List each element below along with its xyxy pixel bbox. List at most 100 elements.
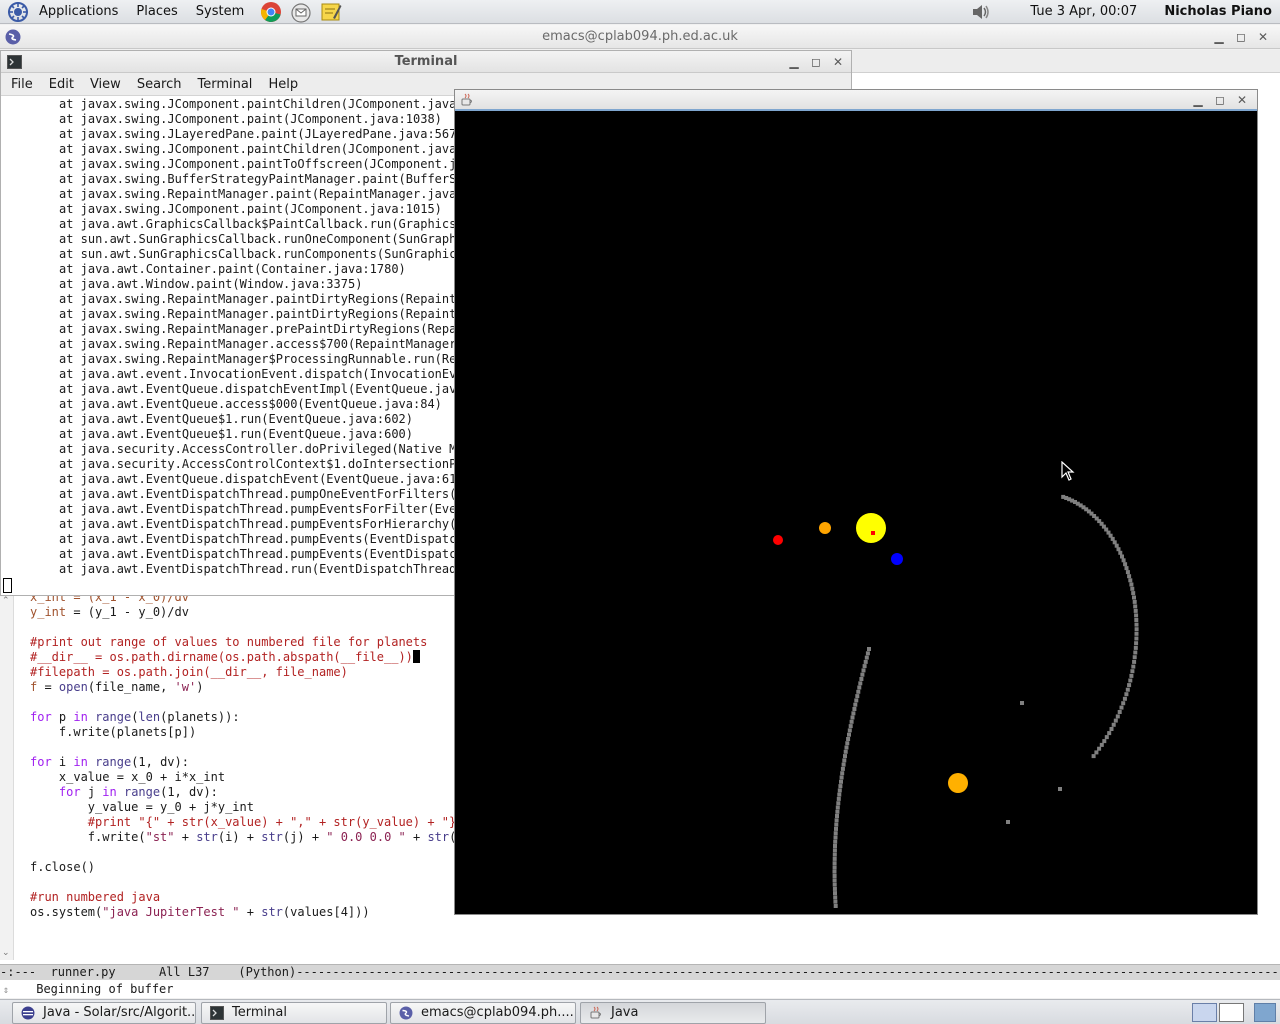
minibuffer[interactable]: ⇕ Beginning of buffer [0, 980, 1280, 998]
trail-point [832, 869, 837, 874]
trail-point [847, 728, 852, 733]
trail-point [838, 784, 843, 789]
code-token: str [427, 830, 450, 844]
code-line: for j in range(1, dv): [30, 785, 460, 800]
code-token: p [51, 710, 74, 724]
gnome-foot-icon[interactable] [6, 1, 30, 23]
menu-places[interactable]: Places [127, 0, 186, 24]
trail-point [867, 647, 871, 651]
code-token: range [95, 755, 132, 769]
code-token: for [30, 710, 52, 724]
code-token: os.system( [30, 905, 103, 919]
java-window[interactable]: ▁ ◻ ✕ [454, 89, 1258, 915]
trail-point [865, 651, 870, 656]
simulation-canvas[interactable] [455, 112, 1257, 914]
code-token: ) [196, 680, 204, 694]
maximize-icon[interactable]: ◻ [805, 55, 827, 69]
mail-stamp-icon[interactable] [289, 1, 313, 23]
notes-icon[interactable] [319, 1, 343, 23]
task-terminal[interactable]: Terminal [201, 1002, 387, 1024]
trail-point [832, 852, 837, 857]
terminal-output[interactable]: at javax.swing.JComponent.paintChildren(… [59, 97, 459, 582]
minimize-icon[interactable]: ▁ [783, 55, 805, 69]
trail-point [1134, 636, 1139, 641]
code-editor[interactable]: x_int = (x_1 - x_0)/dv y_int = (y_1 - y_0… [30, 590, 460, 930]
menu-applications[interactable]: Applications [30, 0, 127, 24]
trail-point [1125, 687, 1130, 692]
menu-search[interactable]: Search [127, 77, 188, 92]
code-token: #filepath = os.path.join(__dir__, file_n… [30, 665, 348, 679]
scroll-up-icon[interactable]: ⌃ [2, 596, 10, 606]
code-token: f.close() [30, 860, 96, 874]
trash-icon[interactable] [1254, 1003, 1276, 1022]
chrome-icon[interactable] [259, 1, 283, 23]
java-titlebar[interactable]: ▁ ◻ ✕ [455, 90, 1257, 111]
trail-point [862, 664, 867, 669]
trail-point [1058, 787, 1062, 791]
menu-system[interactable]: System [187, 0, 253, 24]
emacs-titlebar[interactable]: emacs@cplab094.ph.ed.ac.uk ▁ ◻ ✕ [0, 25, 1280, 49]
trail-point [832, 878, 837, 883]
trail-point [852, 707, 857, 711]
trail-point [850, 715, 855, 720]
terminal-line: at javax.swing.JComponent.paint(JCompone… [59, 202, 442, 216]
close-icon[interactable]: ✕ [1231, 93, 1253, 107]
maximize-icon[interactable]: ◻ [1209, 93, 1231, 107]
menu-terminal[interactable]: Terminal [187, 77, 258, 92]
trail-point [1111, 722, 1116, 727]
workspace-2[interactable] [1219, 1003, 1244, 1022]
trail-point [836, 796, 841, 801]
code-token: 'w' [174, 680, 197, 694]
workspace-1[interactable] [1192, 1003, 1217, 1022]
trail-point [863, 659, 868, 664]
terminal-line: at javax.swing.JComponent.paintToOffscre… [59, 157, 459, 171]
trail-point [1121, 701, 1126, 706]
terminal-titlebar[interactable]: Terminal ▁ ◻ ✕ [1, 51, 851, 73]
terminal-line: at javax.swing.RepaintManager$Processing… [59, 352, 459, 366]
minimize-icon[interactable]: ▁ [1187, 93, 1209, 107]
code-token: = (y_1 - y_0)/dv [66, 605, 189, 619]
scroll-icon: ⇕ [3, 985, 10, 996]
menu-help[interactable]: Help [258, 77, 304, 92]
trail-point [1120, 554, 1124, 559]
user-name[interactable]: Nicholas Piano [1155, 0, 1280, 24]
task-java[interactable]: Java [580, 1002, 766, 1024]
scroll-down-icon[interactable]: ⌄ [2, 948, 10, 958]
trail-point [833, 831, 838, 836]
trail-point [858, 681, 863, 686]
trail-point [842, 758, 847, 763]
volume-icon[interactable] [969, 1, 993, 23]
trail-point [1131, 591, 1136, 596]
trail-point [1115, 714, 1120, 719]
maximize-icon[interactable]: ◻ [1230, 30, 1252, 44]
code-token: len [138, 710, 161, 724]
menu-file[interactable]: File [1, 77, 39, 92]
code-token: + [239, 905, 262, 919]
menu-edit[interactable]: Edit [39, 77, 80, 92]
minimize-icon[interactable]: ▁ [1208, 30, 1230, 44]
trail-point [843, 749, 848, 754]
trail-point [1132, 655, 1137, 660]
trail-point [1134, 622, 1139, 627]
code-token: (planets)): [160, 710, 240, 724]
close-icon[interactable]: ✕ [827, 55, 849, 69]
trail-point [1132, 595, 1136, 600]
sun-marker [871, 531, 875, 535]
trail-point [834, 822, 839, 827]
trail-point [832, 856, 837, 861]
terminal-line: at java.awt.EventDispatchThread.pumpEven… [59, 502, 459, 516]
code-token: f.write( [30, 830, 146, 844]
trail-point [834, 818, 839, 823]
task-emacs[interactable]: emacs@cplab094.ph.... [390, 1002, 576, 1024]
menu-view[interactable]: View [80, 77, 127, 92]
trail-point [843, 754, 847, 759]
clock[interactable]: Tue 3 Apr, 00:07 [1021, 0, 1155, 24]
terminal-line: at java.awt.EventQueue$1.run(EventQueue.… [59, 412, 414, 426]
task-eclipse[interactable]: Java - Solar/src/Algorit... [12, 1002, 196, 1024]
close-icon[interactable]: ✕ [1252, 30, 1274, 44]
trail-point [1134, 627, 1139, 632]
trail-point [860, 672, 865, 677]
trail-point [833, 899, 838, 904]
trail-point [1129, 673, 1134, 678]
trail-point [1128, 578, 1133, 583]
